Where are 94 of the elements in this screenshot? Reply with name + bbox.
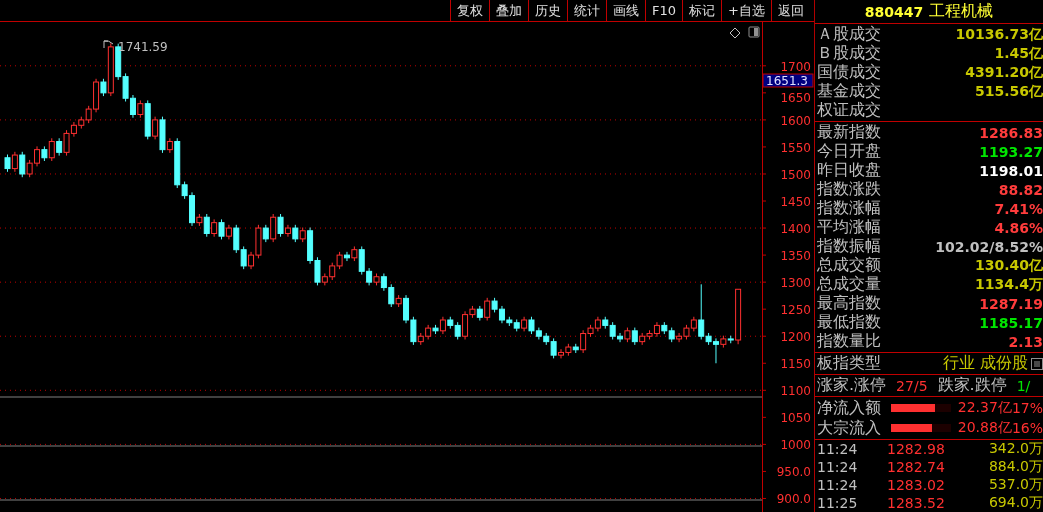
stat-label: 总成交额	[817, 255, 881, 275]
trade-price: 1283.52	[887, 495, 946, 511]
stat-value: 1286.83	[979, 124, 1043, 141]
stat-label: 净流入额	[817, 397, 881, 419]
peak-price-label: 1741.59	[118, 40, 168, 54]
trade-time: 11:24	[817, 459, 859, 475]
board-type-value: 行业 成份股	[942, 353, 1028, 374]
stat-label: 基金成交	[817, 81, 881, 101]
axis-label: 1250	[780, 303, 811, 318]
trade-volume: 537.0万	[987, 476, 1043, 494]
trade-price: 1282.74	[887, 459, 946, 475]
trade-volume: 694.0万	[987, 494, 1043, 512]
stat-label: 跌家.跌停	[937, 375, 1007, 396]
stat-label: 最低指数	[817, 312, 881, 333]
trade-price: 1282.98	[887, 441, 946, 457]
stat-label: 涨家.涨停	[817, 375, 887, 396]
axis-label: 1700	[780, 59, 811, 74]
candlestick	[11, 151, 18, 173]
trade-time: 11:24	[817, 477, 859, 493]
candlestick	[240, 245, 247, 270]
stat-value: 88.82	[998, 181, 1043, 198]
candlestick	[19, 151, 26, 178]
axis-label: 1500	[780, 168, 811, 182]
candlestick	[343, 251, 350, 262]
axis-label: 1100	[780, 384, 811, 399]
flow-amount: 22.37亿	[956, 399, 1012, 417]
candlestick	[484, 297, 491, 322]
stat-label: 最高指数	[817, 293, 881, 314]
axis-label: 1050	[780, 411, 811, 426]
stat-value: 1134.4万	[974, 275, 1043, 294]
stat-label: 平均涨幅	[817, 217, 881, 238]
axis-label: 1300	[780, 276, 811, 291]
candlestick	[233, 224, 240, 254]
axis-label: 1200	[780, 330, 811, 345]
candlestick	[48, 137, 55, 162]
stat-label: Ｂ股成交	[817, 43, 881, 63]
stat-value: 102.02/8.52%	[935, 238, 1043, 255]
stat-value: 27/5	[896, 377, 928, 394]
trade-volume: 342.0万	[987, 440, 1043, 458]
current-price-tag: 1651.3	[762, 73, 814, 88]
axis-label: 1350	[780, 249, 811, 264]
toggle-icon[interactable]	[748, 26, 760, 38]
index-code: 880447	[864, 3, 924, 20]
candlestick	[277, 213, 284, 238]
candlestick	[270, 213, 277, 243]
flow-percent: 16%	[1011, 420, 1043, 436]
trade-time: 11:25	[817, 495, 859, 511]
axis-label: 900.0	[776, 492, 811, 507]
stat-value: 130.40亿	[974, 256, 1043, 275]
axis-label: 1150	[780, 357, 811, 372]
flow-amount: 20.88亿	[956, 419, 1012, 437]
axis-label: 1600	[780, 113, 811, 128]
stat-label: 指数涨跌	[817, 179, 881, 200]
axis-label: 1550	[780, 140, 811, 155]
stat-value: 4391.20亿	[965, 63, 1043, 82]
trade-price: 1283.02	[887, 477, 946, 493]
axis-label: 950.0	[776, 465, 811, 480]
stat-label: 指数量比	[817, 331, 881, 352]
stat-label: Ａ股成交	[817, 24, 881, 44]
stat-value: 1/	[1016, 377, 1031, 394]
trade-volume: 884.0万	[987, 458, 1043, 476]
diamond-icon[interactable]	[729, 27, 741, 39]
stat-value: 1193.27	[979, 143, 1043, 160]
axis-label: 1000	[780, 438, 811, 453]
stat-label: 最新指数	[817, 122, 881, 143]
candlestick	[152, 116, 159, 140]
list-icon[interactable]	[1031, 357, 1043, 370]
axis-label: 1450	[780, 195, 811, 209]
stat-label: 大宗流入	[817, 417, 881, 439]
stat-value: 1.45亿	[994, 44, 1043, 63]
stat-value: 1185.17	[979, 314, 1043, 331]
stat-label: 权证成交	[817, 100, 881, 121]
stat-label: 昨日收盘	[817, 160, 881, 181]
stat-value: 1198.01	[979, 162, 1043, 179]
stat-label: 指数涨幅	[817, 198, 881, 219]
flag-icon	[103, 40, 114, 49]
index-name: 工程机械	[929, 1, 994, 22]
stat-value: 2.13	[1008, 333, 1043, 350]
flow-percent: 17%	[1011, 400, 1043, 416]
axis-label: 1650	[780, 90, 811, 105]
axis-label: 1400	[780, 222, 811, 237]
stat-label: 今日开盘	[817, 141, 881, 162]
stat-value: 4.86%	[994, 219, 1043, 236]
trade-time: 11:24	[817, 441, 859, 457]
stat-label: 指数振幅	[817, 236, 881, 256]
stat-label: 国债成交	[817, 62, 881, 82]
candlestick	[218, 218, 225, 240]
stat-value: 1287.19	[979, 295, 1043, 312]
stat-value: 10136.73亿	[955, 25, 1043, 44]
candlestick	[203, 213, 210, 238]
stat-label: 总成交量	[817, 274, 881, 294]
stat-value: 515.56亿	[974, 82, 1043, 101]
stat-label: 板指类型	[817, 353, 881, 374]
stat-value: 7.41%	[994, 200, 1043, 217]
